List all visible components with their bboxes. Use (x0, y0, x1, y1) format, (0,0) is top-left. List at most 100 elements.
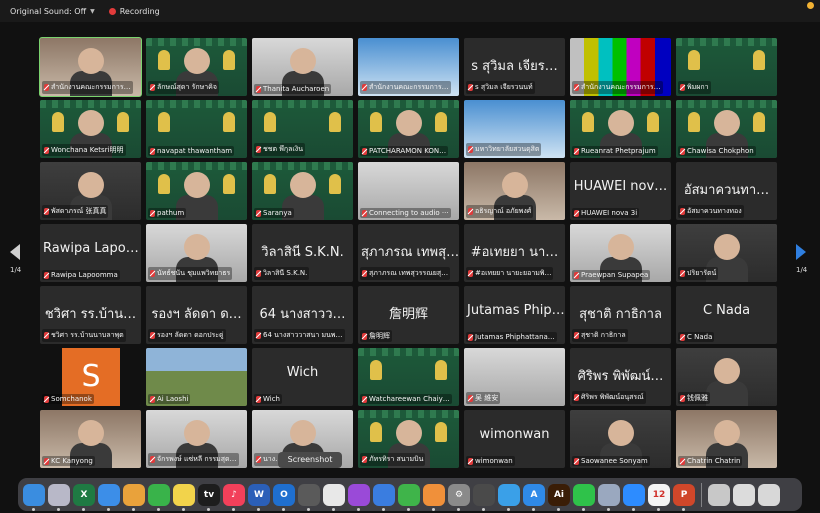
original-sound-toggle[interactable]: Original Sound: Off ▼ (10, 7, 95, 16)
participant-tile[interactable]: Connecting to audio ··· (358, 162, 459, 220)
facetime-icon[interactable] (148, 483, 170, 511)
participant-tile[interactable]: สุภาภรณ เทพสุ… สุภาภรณ เทพสุวรรณยสุ… (358, 224, 459, 282)
participant-face (290, 420, 316, 446)
participant-name-label: Wonchana Ketsri明明 (42, 144, 126, 156)
document-icon[interactable] (733, 483, 755, 506)
participant-tile[interactable]: รองฯ ลัดดา ด… รองฯ ลัดดา ดอกประดู่ (146, 286, 247, 344)
safari-icon[interactable] (498, 483, 520, 511)
participant-tile[interactable]: จักรพงษ์ แซ่หลี กรรมสุด… (146, 410, 247, 468)
participant-tile[interactable]: Rawipa Lapo… Rawipa Lapoomma (40, 224, 141, 282)
window-icon[interactable] (708, 483, 730, 506)
muted-mic-icon (362, 270, 367, 277)
participant-tile[interactable]: ปริยารัตน์ (676, 224, 777, 282)
participant-tile[interactable]: Watchareewan Chaiy… (358, 348, 459, 406)
participant-tile[interactable]: สำนักงานคณะกรรมการ… (570, 38, 671, 96)
participant-display-name: C Nada (702, 303, 751, 318)
participant-tile[interactable]: ชชต พึกุลเงิน (252, 100, 353, 158)
notes-icon[interactable] (173, 483, 195, 511)
participant-tile[interactable]: สุชาติ กาธิกาล สุชาติ กาธิกาล (570, 286, 671, 344)
keynote-icon[interactable] (373, 483, 395, 511)
muted-mic-icon (256, 270, 261, 277)
participant-tile[interactable]: 吴 維安 (464, 348, 565, 406)
participant-tile[interactable]: #อเทยยา นา… #อเทยยา นายะยอามพิ… (464, 224, 565, 282)
participant-tile[interactable]: Ai Laoshi (146, 348, 247, 406)
participant-tile[interactable]: สำนักงานคณะกรรมการ… (358, 38, 459, 96)
muted-mic-icon (574, 332, 579, 339)
participant-tile[interactable]: Wich Wich (252, 348, 353, 406)
participant-tile[interactable]: S Somchanok (40, 348, 141, 406)
muted-mic-icon (468, 146, 473, 153)
participant-tile[interactable]: Thanita Aucharoen (252, 38, 353, 96)
participant-name-label: Praewpan Supapea (572, 270, 651, 280)
participant-tile[interactable]: มหาวิทยาลัยสวนดุสิต (464, 100, 565, 158)
participant-tile[interactable]: Jutamas Phip… Jutamas Phiphattana… (464, 286, 565, 344)
previous-page-button[interactable]: 1/4 (10, 244, 24, 284)
muted-mic-icon (362, 332, 367, 340)
participant-tile[interactable]: Wonchana Ketsri明明 (40, 100, 141, 158)
recording-indicator[interactable]: Recording (108, 7, 160, 16)
participant-name: KC Kanyong (51, 457, 93, 465)
participant-tile[interactable]: ชวิศา รร.บ้าน… ชวิศา รร.บ้านนาบลาพุต (40, 286, 141, 344)
participant-tile[interactable]: PATCHARAMON KON… (358, 100, 459, 158)
participant-name: Connecting to audio ··· (369, 209, 449, 217)
zoom-icon[interactable] (623, 483, 645, 511)
illustrator-icon[interactable]: Ai (548, 483, 570, 511)
participant-tile[interactable]: Saowanee Sonyam (570, 410, 671, 468)
participant-tile[interactable]: Praewpan Supapea (570, 224, 671, 282)
preview-icon[interactable] (598, 483, 620, 511)
participant-tile[interactable]: C Nada C Nada (676, 286, 777, 344)
participant-tile[interactable]: s สุวิมล เจียร… s สุวิมล เจียรวนนท์ (464, 38, 565, 96)
finder-icon[interactable] (23, 483, 45, 511)
next-page-button[interactable]: 1/4 (796, 244, 810, 284)
participant-tile[interactable]: wimonwan wimonwan (464, 410, 565, 468)
chrome-icon[interactable] (323, 483, 345, 511)
music-icon[interactable]: ♪ (223, 483, 245, 511)
appletv-icon[interactable]: tv (198, 483, 220, 511)
window-control-icon[interactable] (807, 2, 814, 9)
participant-tile[interactable]: ศิริพร พิพัฒน์… ศิริพร พิพัฒน์อนุสรณ์ (570, 348, 671, 406)
participant-tile[interactable]: pathum (146, 162, 247, 220)
mail-icon[interactable] (98, 483, 120, 511)
participant-tile[interactable]: พิมผกา (676, 38, 777, 96)
participant-tile[interactable]: 64 นางสาวว… 64 นางสาววาสนา มนพ… (252, 286, 353, 344)
participant-tile[interactable]: Rueanrat Phetprajum (570, 100, 671, 158)
participant-tile[interactable]: นัทธ์ชนัน ชุมแพวิทยาธร (146, 224, 247, 282)
participant-tile[interactable]: พัสดาภรณ์ 张真真 (40, 162, 141, 220)
outlook-icon[interactable]: O (273, 483, 295, 511)
calculator-icon[interactable] (473, 483, 495, 511)
participant-tile[interactable]: อัสมาควนทา… อัสมาควนทางทอง (676, 162, 777, 220)
word-icon[interactable]: W (248, 483, 270, 511)
line-icon[interactable] (573, 483, 595, 511)
appstore-icon[interactable]: A (523, 483, 545, 511)
participant-tile[interactable]: HUAWEI nov… HUAWEI nova 3i (570, 162, 671, 220)
excel-icon[interactable]: X (73, 483, 95, 511)
numbers-icon[interactable] (398, 483, 420, 511)
screenshot-icon[interactable] (298, 483, 320, 511)
participant-tile[interactable]: navapat thawantham (146, 100, 247, 158)
settings-icon[interactable]: ⚙ (448, 483, 470, 511)
calendar-icon[interactable]: 12 (648, 483, 670, 511)
participant-name-label: ปริยารัตน์ (678, 267, 719, 280)
participant-tile[interactable]: วิลาสินี S.K.N. วิลาสินี S.K.N. (252, 224, 353, 282)
launchpad-icon[interactable] (48, 483, 70, 511)
participant-name: Jutamas Phiphattana… (475, 333, 555, 341)
trophy-decoration (329, 112, 341, 132)
participant-name-label: pathum (148, 208, 187, 218)
participant-tile[interactable]: Saranya (252, 162, 353, 220)
pages-icon[interactable] (423, 483, 445, 511)
powerpoint-icon[interactable]: P (673, 483, 695, 511)
participant-tile[interactable]: Chawisa Chokphon (676, 100, 777, 158)
participant-name: 64 นางสาววาสนา มนพ… (263, 331, 343, 339)
trash-icon[interactable] (758, 483, 780, 506)
participant-tile[interactable]: 詹明辉 詹明辉 (358, 286, 459, 344)
participant-tile[interactable]: 钱佩雅 (676, 348, 777, 406)
participant-tile[interactable]: Chatrin Chatrin (676, 410, 777, 468)
participant-tile[interactable]: ภัทรทิรา สนามบิน (358, 410, 459, 468)
podcasts-icon[interactable] (348, 483, 370, 511)
participant-tile[interactable]: สำนักงานคณะกรรมการ… (39, 37, 142, 97)
participant-tile[interactable]: KC Kanyong (40, 410, 141, 468)
participant-name-label: #อเทยยา นายะยอามพิ… (466, 267, 554, 280)
participant-tile[interactable]: อธิรญาณ์ อภัยพงศ์ (464, 162, 565, 220)
participant-tile[interactable]: ลักษณ์สุดา รักษาคิจ (146, 38, 247, 96)
photos-icon[interactable] (123, 483, 145, 511)
